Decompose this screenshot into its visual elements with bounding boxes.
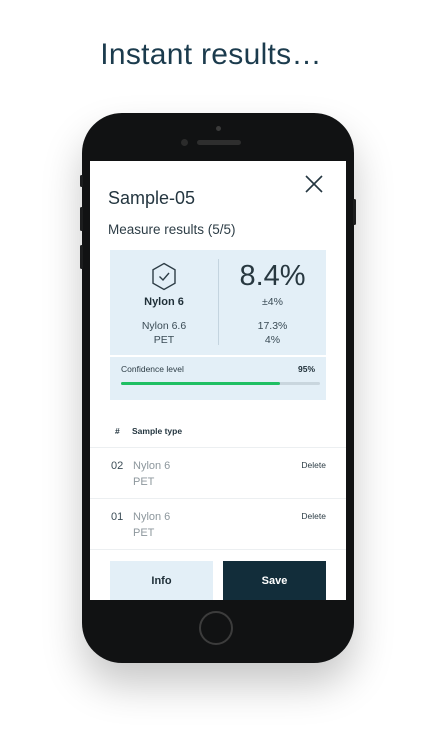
measure-results-title: Measure results (5/5) <box>108 222 236 237</box>
row-type-secondary: PET <box>133 476 155 488</box>
mute-switch <box>80 175 83 187</box>
confidence-separator <box>110 355 326 357</box>
percent-column: 8.4% ±4% 17.3% 4% <box>219 250 326 350</box>
primary-material: Nylon 6 <box>144 296 184 308</box>
app-screen: Sample-05 Measure results (5/5) Nylon 6 … <box>90 161 346 600</box>
results-card: Nylon 6 Nylon 6.6 PET 8.4% ±4% 17.3% 4% … <box>110 250 326 400</box>
alternative-material: PET <box>153 334 175 346</box>
table-row: 01 Nylon 6 PET Delete <box>90 499 346 550</box>
row-number: 01 <box>111 511 124 523</box>
delete-button[interactable]: Delete <box>301 511 326 521</box>
confidence-value: 95% <box>297 364 315 374</box>
info-button[interactable]: Info <box>110 561 213 600</box>
sample-title: Sample-05 <box>108 188 196 208</box>
proximity-sensor <box>181 139 188 146</box>
delete-button[interactable]: Delete <box>301 460 326 470</box>
table-header: # Sample type <box>90 423 346 448</box>
row-type-primary: Nylon 6 <box>133 511 171 523</box>
save-button[interactable]: Save <box>223 561 326 600</box>
table-row: 02 Nylon 6 PET Delete <box>90 448 346 499</box>
close-button[interactable] <box>303 173 325 195</box>
confidence-label: Confidence level <box>121 364 184 374</box>
material-column: Nylon 6 Nylon 6.6 PET <box>110 250 218 350</box>
row-number: 02 <box>111 460 124 472</box>
tolerance: ±4% <box>262 296 283 308</box>
volume-down-button <box>80 245 83 269</box>
front-camera <box>216 126 221 131</box>
alternative-material: Nylon 6.6 <box>141 320 187 332</box>
primary-percent: 8.4% <box>239 260 306 292</box>
phone-frame: Sample-05 Measure results (5/5) Nylon 6 … <box>80 113 356 663</box>
column-header-sample-type: Sample type <box>132 426 183 436</box>
confidence-bar-fill <box>121 382 281 385</box>
hexagon-check-icon <box>152 262 176 291</box>
power-button <box>353 199 356 225</box>
row-type-secondary: PET <box>133 527 155 539</box>
confidence-bar <box>121 382 320 385</box>
home-button[interactable] <box>199 611 233 645</box>
headline: Instant results… <box>100 38 322 71</box>
column-header-number: # <box>115 426 120 436</box>
close-icon <box>305 175 323 193</box>
alternative-percent: 17.3% <box>257 320 288 332</box>
alternative-percent: 4% <box>264 334 281 346</box>
volume-up-button <box>80 207 83 231</box>
earpiece-speaker <box>197 140 241 145</box>
row-type-primary: Nylon 6 <box>133 460 171 472</box>
